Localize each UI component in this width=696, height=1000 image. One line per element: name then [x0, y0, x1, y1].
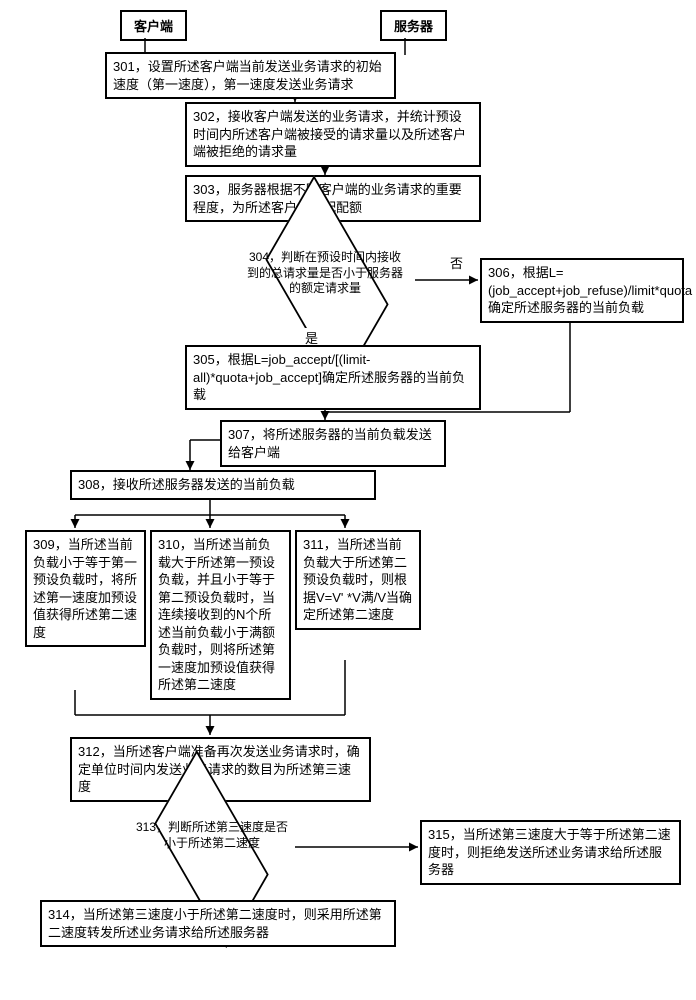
- step-314: 314，当所述第三速度小于所述第二速度时，则采用所述第二速度转发所述业务请求给所…: [40, 900, 396, 947]
- step-308: 308，接收所述服务器发送的当前负载: [70, 470, 376, 500]
- step-309: 309，当所述当前负载小于等于第一预设负载时，将所述第一速度加预设值获得所述第二…: [25, 530, 146, 647]
- step-310: 310，当所述当前负载大于所述第一预设负载，并且小于等于第二预设负载时，当连续接…: [150, 530, 291, 700]
- decision-313: 313，判断所述第三速度是否小于所述第二速度: [142, 808, 277, 886]
- step-306: 306，根据L=(job_accept+job_refuse)/limit*qu…: [480, 258, 684, 323]
- lane-header-server: 服务器: [380, 10, 447, 41]
- step-302: 302，接收客户端发送的业务请求，并统计预设时间内所述客户端被接受的请求量以及所…: [185, 102, 481, 167]
- decision-304: 304，判断在预设时间内接收到的总请求量是否小于服务器的额定请求量: [255, 235, 395, 325]
- step-311: 311，当所述当前负载大于所述第二预设负载时，则根据V=V' *V满/V当确定所…: [295, 530, 421, 630]
- step-315: 315，当所述第三速度大于等于所述第二速度时，则拒绝发送所述业务请求给所述服务器: [420, 820, 681, 885]
- edge-no-304: 否: [450, 253, 463, 272]
- step-305: 305，根据L=job_accept/[(limit-all)*quota+jo…: [185, 345, 481, 410]
- step-301: 301，设置所述客户端当前发送业务请求的初始速度（第一速度），第一速度发送业务请…: [105, 52, 396, 99]
- step-307: 307，将所述服务器的当前负载发送给客户端: [220, 420, 446, 467]
- lane-header-client: 客户端: [120, 10, 187, 41]
